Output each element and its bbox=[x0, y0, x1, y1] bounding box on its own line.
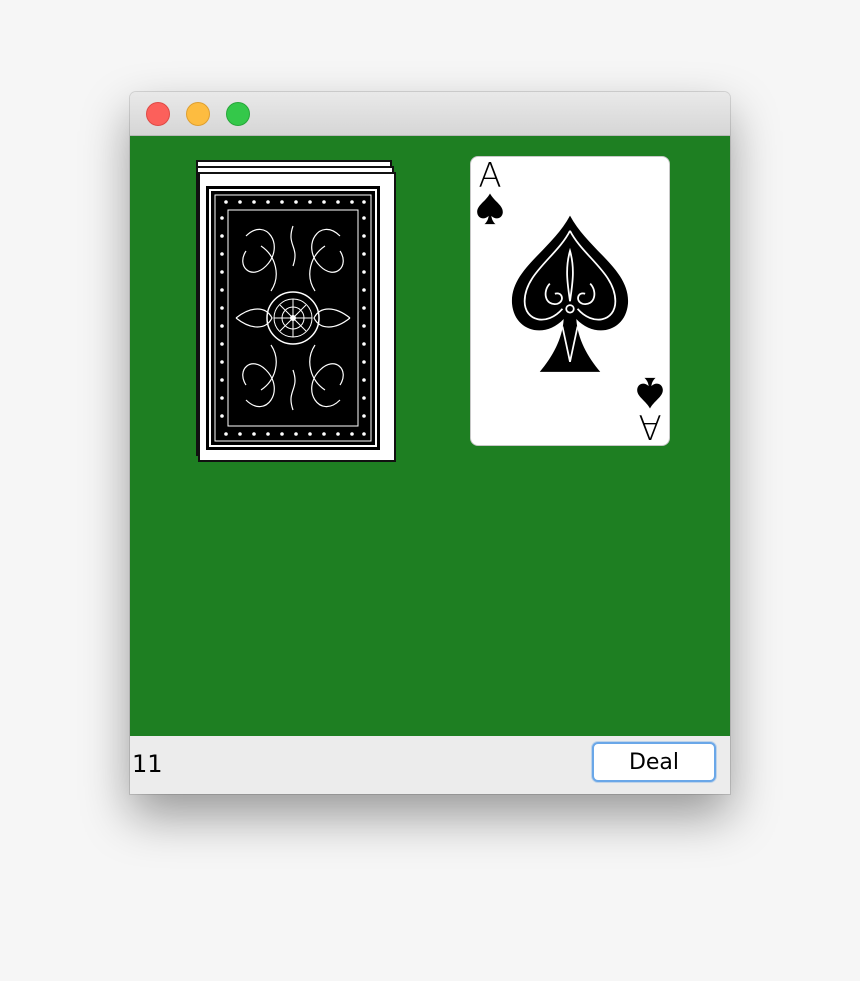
card-back bbox=[200, 180, 386, 456]
face-up-card-ace-of-spades[interactable]: A A bbox=[470, 156, 670, 446]
spade-icon bbox=[477, 193, 503, 225]
zoom-window-button[interactable] bbox=[226, 102, 250, 126]
deck-pile[interactable] bbox=[190, 156, 396, 462]
card-corner-bottom-right: A bbox=[633, 377, 667, 446]
card-corner-top-left: A bbox=[473, 159, 507, 225]
close-window-button[interactable] bbox=[146, 102, 170, 126]
app-window: A A 11 Deal bbox=[130, 92, 730, 794]
status-bar: 11 Deal bbox=[130, 736, 730, 794]
card-table: A A bbox=[130, 136, 730, 736]
card-back-pattern-icon bbox=[206, 186, 380, 450]
spade-icon bbox=[511, 215, 629, 372]
card-rank: A bbox=[638, 406, 662, 446]
spade-icon bbox=[637, 377, 663, 409]
minimize-window-button[interactable] bbox=[186, 102, 210, 126]
deal-button[interactable]: Deal bbox=[592, 742, 716, 782]
card-rank: A bbox=[478, 156, 502, 196]
title-bar[interactable] bbox=[130, 92, 730, 136]
cards-remaining-count: 11 bbox=[132, 750, 163, 778]
